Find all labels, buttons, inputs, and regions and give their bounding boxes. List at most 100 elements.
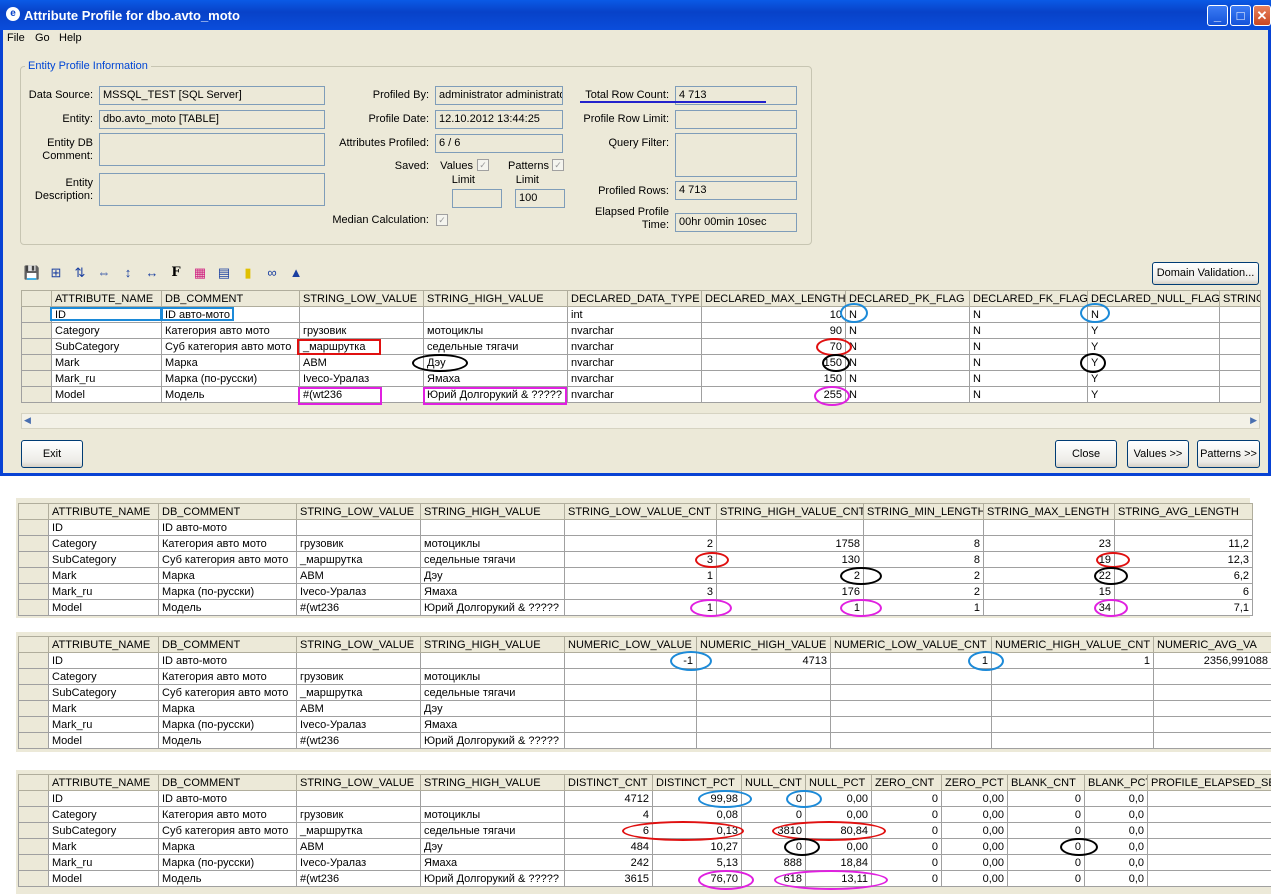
patterns-checkbox[interactable]: ✓ (552, 159, 564, 171)
table-cell[interactable] (1219, 370, 1261, 387)
table-cell[interactable]: 15 (983, 583, 1115, 600)
table-cell[interactable]: N (969, 386, 1088, 403)
table-cell[interactable]: 23 (983, 535, 1115, 552)
row-selector[interactable] (21, 338, 52, 355)
column-header[interactable]: ZERO_CNT (871, 774, 942, 791)
table-cell[interactable]: Mark (48, 567, 159, 584)
table-cell[interactable]: 0,00 (941, 790, 1008, 807)
row-selector[interactable] (18, 535, 49, 552)
exit-button[interactable]: Exit (21, 440, 83, 468)
table-cell[interactable]: 34 (983, 599, 1115, 616)
scroll-right-icon[interactable]: ▶ (1250, 415, 1257, 426)
minimize-button[interactable]: _ (1207, 5, 1228, 26)
table-cell[interactable] (1219, 386, 1261, 403)
table-cell[interactable]: Суб категория авто мото (158, 822, 297, 839)
table-cell[interactable] (991, 668, 1154, 685)
table-cell[interactable]: Ямаха (420, 716, 565, 733)
table-cell[interactable]: Дэу (423, 354, 568, 371)
table-cell[interactable]: Y (1087, 370, 1220, 387)
table-cell[interactable]: 2 (863, 567, 984, 584)
table-cell[interactable]: 0 (1007, 854, 1085, 871)
table-cell[interactable]: Марка (158, 700, 297, 717)
values-checkbox[interactable]: ✓ (477, 159, 489, 171)
table-cell[interactable]: седельные тягачи (420, 684, 565, 701)
row-selector[interactable] (18, 583, 49, 600)
column-header[interactable]: STRING_MIN_LENGTH (863, 503, 984, 520)
table-cell[interactable]: N (845, 306, 970, 323)
row-selector[interactable] (18, 652, 49, 669)
table-cell[interactable]: мотоциклы (420, 806, 565, 823)
table-cell[interactable]: 4 (564, 806, 653, 823)
table-cell[interactable]: 0 (1007, 790, 1085, 807)
table-cell[interactable]: Модель (161, 386, 300, 403)
column-header[interactable]: NUMERIC_HIGH_VALUE_CNT (991, 636, 1154, 653)
column-header[interactable]: ZERO_PCT (941, 774, 1008, 791)
table-cell[interactable]: Y (1087, 322, 1220, 339)
table-cell[interactable]: Ямаха (423, 370, 568, 387)
table-cell[interactable]: 18,84 (805, 854, 872, 871)
domain-validation-button[interactable]: Domain Validation... (1152, 262, 1259, 285)
table-cell[interactable]: ABM (296, 567, 421, 584)
table-cell[interactable] (1219, 338, 1261, 355)
table-cell[interactable]: 5,13 (652, 854, 742, 871)
table-cell[interactable]: 12,3 (1114, 551, 1253, 568)
table-cell[interactable]: 1 (564, 567, 717, 584)
table-cell[interactable]: 0,0 (1084, 822, 1148, 839)
table-cell[interactable]: Mark (51, 354, 162, 371)
table-cell[interactable]: 0 (741, 838, 806, 855)
column-header[interactable]: DB_COMMENT (158, 774, 297, 791)
table-cell[interactable]: N (845, 354, 970, 371)
table-cell[interactable]: Модель (158, 732, 297, 749)
table-cell[interactable]: #(wt236 (296, 732, 421, 749)
table-cell[interactable]: N (969, 338, 1088, 355)
table-row[interactable]: SubCategory Суб категория авто мото _маршр… (18, 551, 1253, 568)
patterns-button[interactable]: Patterns >> (1197, 440, 1260, 468)
table-cell[interactable]: Юрий Долгорукий & ????? (420, 732, 565, 749)
table-cell[interactable]: ABM (299, 354, 424, 371)
table-cell[interactable]: ID (48, 652, 159, 669)
table-cell[interactable] (863, 519, 984, 536)
table-cell[interactable]: Category (51, 322, 162, 339)
table-cell[interactable]: 76,70 (652, 870, 742, 887)
column-header[interactable]: NUMERIC_LOW_VALUE_CNT (830, 636, 992, 653)
patterns-limit-field[interactable]: 100 (515, 189, 565, 208)
table-cell[interactable]: 2356,991088 (1153, 652, 1271, 669)
column-header[interactable]: STRING_HIGH_VALUE (420, 774, 565, 791)
column-header[interactable]: STRING_HIGH_VALUE_CNT (716, 503, 864, 520)
table-cell[interactable]: 10,27 (652, 838, 742, 855)
table-cell[interactable]: Категория авто мото (158, 535, 297, 552)
table-cell[interactable]: 0,00 (941, 838, 1008, 855)
column-header[interactable]: ATTRIBUTE_NAME (51, 290, 162, 307)
table-cell[interactable]: 80,84 (805, 822, 872, 839)
table-cell[interactable]: седельные тягачи (423, 338, 568, 355)
table-cell[interactable]: 0,00 (941, 854, 1008, 871)
column-header[interactable]: STRING_LOW_VALUE (296, 636, 421, 653)
table-cell[interactable]: Марка (по-русски) (158, 854, 297, 871)
table-cell[interactable] (564, 716, 697, 733)
table-cell[interactable]: 90 (701, 322, 846, 339)
table-cell[interactable]: -1 (564, 652, 697, 669)
table-row[interactable]: Mark_ru Марка (по-русски) Iveco-Уралаз Ямах… (18, 854, 1271, 871)
table-cell[interactable]: N (845, 386, 970, 403)
column-header[interactable]: STRING (1219, 290, 1261, 307)
column-header[interactable]: DECLARED_DATA_TYPE (567, 290, 702, 307)
table-cell[interactable]: N (969, 322, 1088, 339)
column-header[interactable]: ATTRIBUTE_NAME (48, 503, 159, 520)
table-cell[interactable] (296, 652, 421, 669)
table-cell[interactable]: 2 (564, 535, 717, 552)
grid-corner[interactable] (18, 636, 49, 653)
table-cell[interactable]: 1 (830, 652, 992, 669)
table-cell[interactable]: 0,0 (1084, 870, 1148, 887)
table-cell[interactable]: Категория авто мото (158, 668, 297, 685)
table-cell[interactable] (991, 732, 1154, 749)
column-width-icon[interactable]: ↔ (141, 262, 163, 284)
table-cell[interactable]: Дэу (420, 700, 565, 717)
table-row[interactable]: Mark Марка ABM Дэу (18, 700, 1271, 717)
color-palette-icon[interactable]: ▦ (189, 262, 211, 284)
table-cell[interactable]: Model (51, 386, 162, 403)
close-button[interactable]: Close (1055, 440, 1117, 468)
table-cell[interactable]: 0,00 (941, 870, 1008, 887)
row-selector[interactable] (18, 684, 49, 701)
values-button[interactable]: Values >> (1127, 440, 1189, 468)
table-cell[interactable]: 3615 (564, 870, 653, 887)
